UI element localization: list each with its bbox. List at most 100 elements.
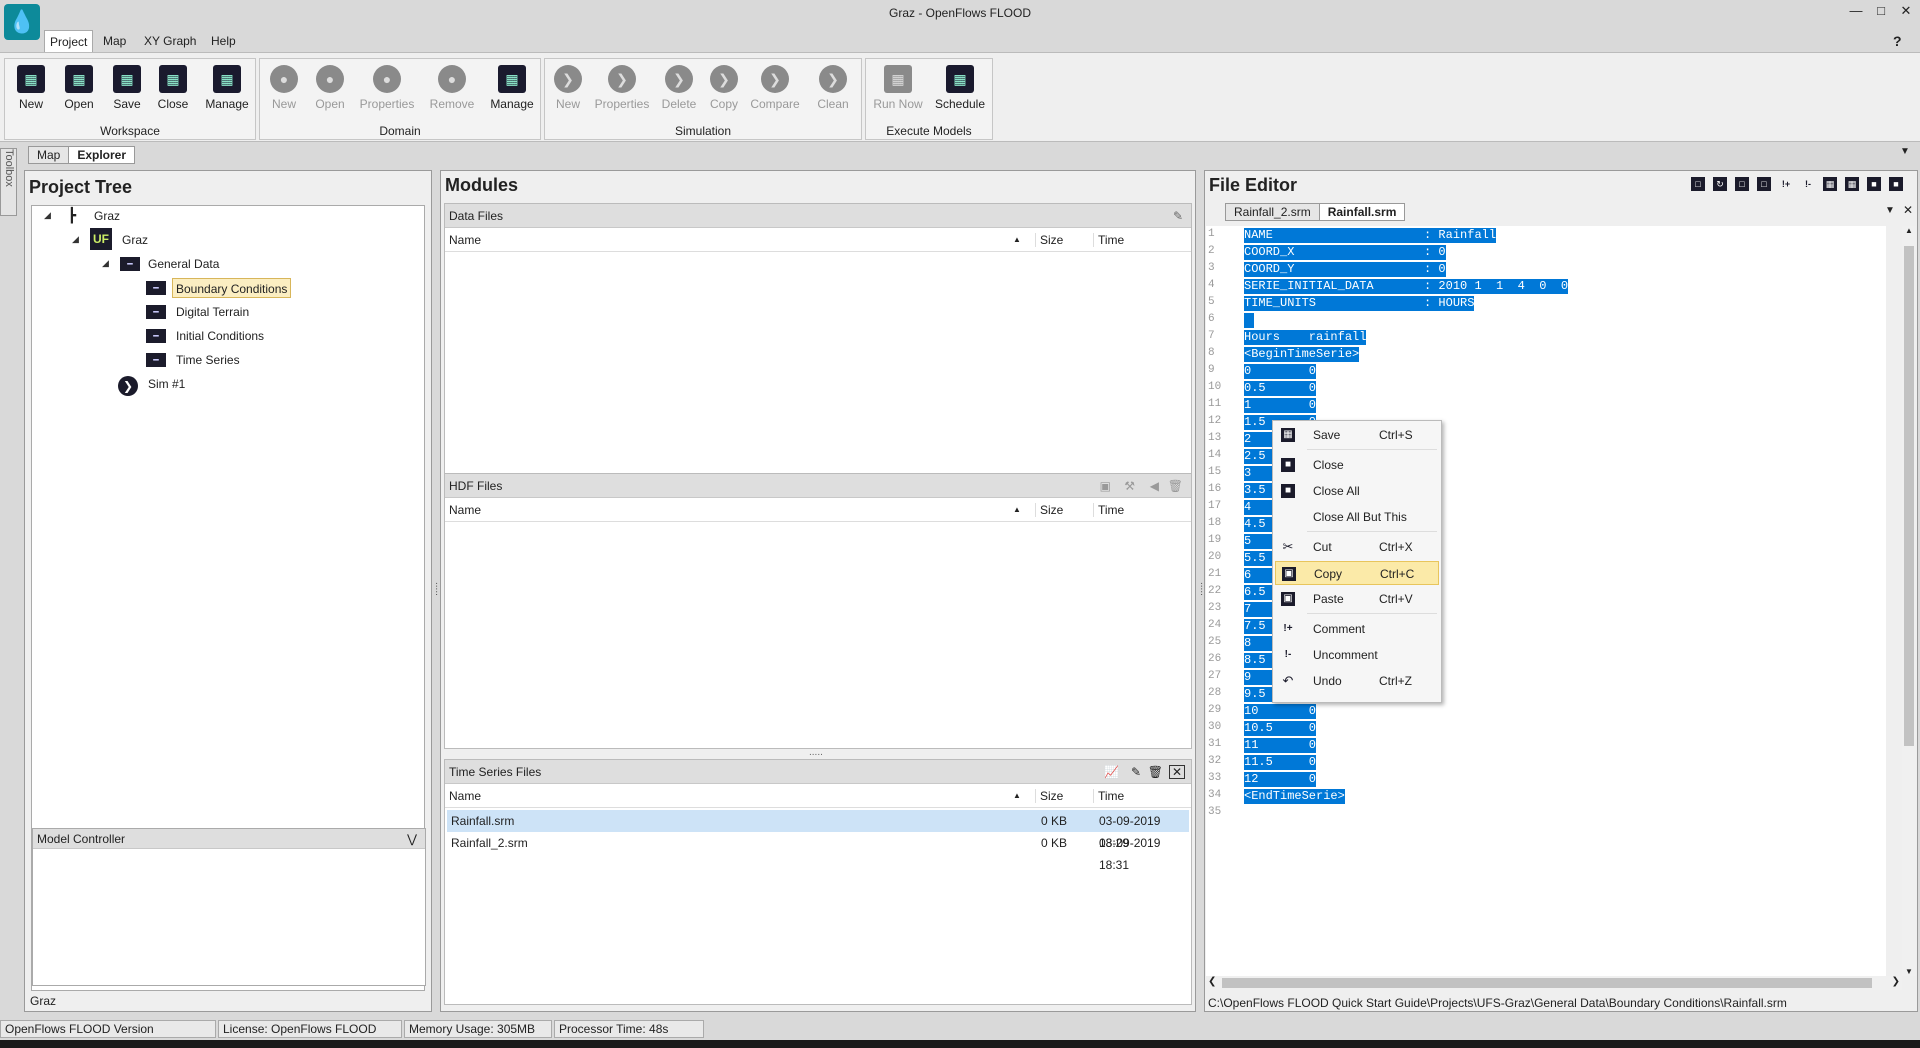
menu-item-undo[interactable]: ↶ Undo Ctrl+Z xyxy=(1275,669,1439,693)
table-row[interactable]: Rainfall.srm 0 KB 03-09-2019 18:29 xyxy=(447,810,1189,850)
help-icon[interactable]: ? xyxy=(1893,33,1902,49)
chevron-down-icon[interactable]: ▼ xyxy=(1885,205,1895,216)
menu-map[interactable]: Map xyxy=(98,30,131,52)
hdf-copy-icon[interactable]: ▣ xyxy=(1100,474,1111,498)
vertical-scrollbar[interactable]: ▲ ▼ xyxy=(1902,226,1916,976)
workspace-new-button[interactable]: ▦ New xyxy=(9,65,53,111)
hdf-delete-icon[interactable]: 🗑 xyxy=(1168,474,1183,498)
close-tab-icon[interactable]: ✕ xyxy=(1903,203,1913,217)
menu-help[interactable]: Help xyxy=(206,30,241,52)
code-line[interactable]: 1 0 xyxy=(1244,398,1317,413)
domain-manage-button[interactable]: ▦ Manage xyxy=(486,65,538,111)
code-line[interactable]: 10 0 xyxy=(1244,704,1317,719)
menu-item-cut[interactable]: ✂ Cut Ctrl+X xyxy=(1275,535,1439,559)
minimize-icon[interactable]: — xyxy=(1846,3,1866,18)
maximize-icon[interactable]: □ xyxy=(1871,3,1891,18)
scroll-up-icon[interactable]: ▲ xyxy=(1902,226,1916,235)
close-icon[interactable]: ✕ xyxy=(1168,765,1185,779)
code-line[interactable]: <BeginTimeSerie> xyxy=(1244,347,1360,362)
tree-node-time-series[interactable]: Time Series xyxy=(176,350,240,370)
edit-pencil-icon[interactable]: ✎ xyxy=(1131,760,1141,784)
scrollbar-thumb[interactable] xyxy=(1904,246,1914,746)
paste-icon[interactable]: □ xyxy=(1757,177,1771,191)
copy-icon[interactable]: □ xyxy=(1735,177,1749,191)
menu-item-close[interactable]: ■ Close xyxy=(1275,453,1439,477)
scroll-right-icon[interactable]: ❯ xyxy=(1892,976,1900,987)
workspace-open-button[interactable]: ▦ Open xyxy=(57,65,101,111)
splitter-grip[interactable]: ..... xyxy=(809,747,823,758)
menu-item-close-all-but-this[interactable]: Close All But This xyxy=(1275,505,1439,529)
edit-pencil-icon[interactable]: ✎ xyxy=(1173,204,1183,228)
column-size[interactable]: Size xyxy=(1035,503,1063,517)
domain-remove-button[interactable]: ● Remove xyxy=(424,65,480,111)
menu-item-close-all[interactable]: ■ Close All xyxy=(1275,479,1439,503)
code-line[interactable]: <EndTimeSerie> xyxy=(1244,789,1345,804)
schedule-button[interactable]: ▦ Schedule xyxy=(930,65,990,111)
code-line[interactable]: Hours rainfall xyxy=(1244,330,1367,345)
code-line[interactable]: SERIE_INITIAL_DATA : 2010 1 1 4 0 0 xyxy=(1244,279,1569,294)
tab-map[interactable]: Map xyxy=(28,146,70,164)
menu-item-comment[interactable]: !+ Comment xyxy=(1275,617,1439,641)
hdf-tool-icon[interactable]: ⚒ xyxy=(1124,474,1135,498)
tab-rainfall-2[interactable]: Rainfall_2.srm xyxy=(1225,203,1320,221)
save-icon[interactable]: ▦ xyxy=(1823,177,1837,191)
delete-icon[interactable]: 🗑 xyxy=(1148,760,1163,784)
column-size[interactable]: Size xyxy=(1035,233,1063,247)
column-name[interactable]: Name xyxy=(449,233,481,247)
horizontal-scrollbar[interactable]: ❮ ❯ xyxy=(1206,976,1902,990)
expand-general-data-icon[interactable]: ◢ xyxy=(102,258,109,269)
app-logo-icon[interactable]: 💧 xyxy=(4,4,40,40)
run-now-button[interactable]: ▦ Run Now xyxy=(870,65,926,111)
tree-node-initial-conditions[interactable]: Initial Conditions xyxy=(176,326,264,346)
domain-properties-button[interactable]: ● Properties xyxy=(356,65,418,111)
comment-icon[interactable]: !+ xyxy=(1779,177,1793,191)
domain-new-button[interactable]: ● New xyxy=(264,65,304,111)
refresh-icon[interactable]: ↻ xyxy=(1713,177,1727,191)
tree-node-boundary-conditions[interactable]: Boundary Conditions xyxy=(172,278,292,298)
code-line[interactable]: 12 0 xyxy=(1244,772,1317,787)
code-line[interactable]: 0 0 xyxy=(1244,364,1317,379)
code-line[interactable] xyxy=(1244,313,1254,328)
simulation-delete-button[interactable]: ❯ Delete xyxy=(657,65,701,111)
close-window-icon[interactable]: ✕ xyxy=(1896,3,1916,19)
save-all-icon[interactable]: ▦ xyxy=(1845,177,1859,191)
tab-rainfall[interactable]: Rainfall.srm xyxy=(1318,203,1406,221)
sort-up-icon[interactable]: ▲ xyxy=(1013,791,1021,800)
table-row[interactable]: Rainfall_2.srm 0 KB 03-09-2019 18:31 xyxy=(447,832,1189,872)
workspace-manage-button[interactable]: ▦ Manage xyxy=(201,65,253,111)
expand-graz-workspace-icon[interactable]: ◢ xyxy=(44,210,51,221)
column-time[interactable]: Time xyxy=(1093,503,1124,517)
tab-explorer[interactable]: Explorer xyxy=(68,146,136,164)
sort-up-icon[interactable]: ▲ xyxy=(1013,505,1021,514)
expand-graz-domain-icon[interactable]: ◢ xyxy=(72,234,79,245)
code-line[interactable]: COORD_X : 0 xyxy=(1244,245,1446,260)
scroll-down-icon[interactable]: ▼ xyxy=(1902,967,1916,976)
new-file-icon[interactable]: □ xyxy=(1691,177,1705,191)
uncomment-icon[interactable]: !- xyxy=(1801,177,1815,191)
domain-open-button[interactable]: ● Open xyxy=(308,65,352,111)
simulation-copy-button[interactable]: ❯ Copy xyxy=(705,65,743,111)
column-time[interactable]: Time xyxy=(1093,233,1124,247)
column-time[interactable]: Time xyxy=(1093,789,1124,803)
column-name[interactable]: Name xyxy=(449,789,481,803)
chart-icon[interactable]: 📈 xyxy=(1104,760,1119,784)
simulation-new-button[interactable]: ❯ New xyxy=(549,65,587,111)
scrollbar-thumb[interactable] xyxy=(1222,978,1872,988)
code-line[interactable]: NAME : Rainfall xyxy=(1244,228,1497,243)
tree-node-digital-terrain[interactable]: Digital Terrain xyxy=(176,302,249,322)
menu-item-copy[interactable]: ▣ Copy Ctrl+C xyxy=(1275,561,1439,585)
hdf-back-icon[interactable]: ◀ xyxy=(1150,474,1159,498)
splitter-grip[interactable]: ..... xyxy=(433,582,444,596)
chevron-down-icon[interactable]: ⋁ xyxy=(407,829,417,849)
tree-node-general-data[interactable]: General Data xyxy=(148,254,219,274)
close-file-icon[interactable]: ■ xyxy=(1867,177,1881,191)
simulation-properties-button[interactable]: ❯ Properties xyxy=(591,65,653,111)
toolbox-tab[interactable]: Toolbox xyxy=(0,148,17,216)
code-line[interactable]: 11 0 xyxy=(1244,738,1317,753)
menu-xy-graph[interactable]: XY Graph xyxy=(139,30,201,52)
menu-item-uncomment[interactable]: !- Uncomment xyxy=(1275,643,1439,667)
workspace-save-button[interactable]: ▦ Save xyxy=(105,65,149,111)
menu-item-save[interactable]: ▦ Save Ctrl+S xyxy=(1275,423,1439,447)
column-size[interactable]: Size xyxy=(1035,789,1063,803)
tree-node-graz-domain[interactable]: Graz xyxy=(122,230,148,250)
